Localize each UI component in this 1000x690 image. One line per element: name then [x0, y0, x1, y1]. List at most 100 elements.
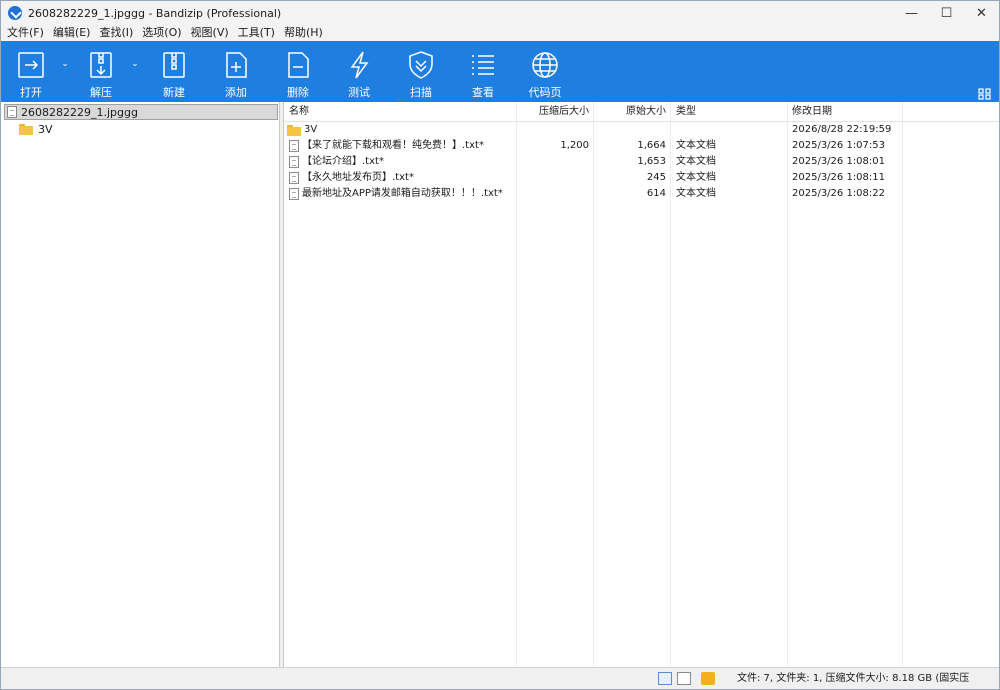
menu-options[interactable]: 选项(O): [136, 25, 181, 41]
extract-icon: [90, 52, 112, 78]
tree-item-archive-root[interactable]: 2608282229_1.jpggg: [4, 104, 278, 120]
folder-tree: 2608282229_1.jpggg 3V: [1, 102, 280, 667]
delete-label: 删除: [287, 86, 309, 99]
view-label: 查看: [472, 86, 494, 99]
codepage-button[interactable]: 代码页: [517, 41, 573, 102]
item-name: 最新地址及APP请发邮箱自动获取！！！.txt*: [302, 188, 503, 199]
modified-date: 2025/3/26 1:07:53: [792, 140, 886, 151]
text-file-icon: [289, 188, 299, 200]
new-archive-icon: [163, 52, 185, 78]
column-header-name[interactable]: 名称: [289, 102, 509, 122]
tree-item-3v[interactable]: 3V: [19, 121, 53, 137]
delete-button[interactable]: 删除: [270, 41, 326, 102]
minimize-button[interactable]: —: [894, 1, 929, 25]
item-name: 【论坛介绍】.txt*: [302, 156, 384, 167]
archive-file-icon: [7, 106, 17, 118]
add-label: 添加: [225, 86, 247, 99]
item-type: 文本文档: [676, 140, 716, 151]
packed-size: [517, 170, 589, 186]
view-list-icon: [472, 55, 494, 75]
layout-toggle-icon[interactable]: [978, 88, 992, 100]
menu-help[interactable]: 帮助(H): [278, 25, 323, 41]
original-size: [594, 122, 666, 138]
delete-icon: [288, 52, 309, 78]
column-header-original-size[interactable]: 原始大小: [594, 102, 666, 122]
file-list: ^ 名称 压缩后大小 原始大小 类型 修改日期 3V 2026/8/28 22:…: [285, 98, 999, 667]
name-cell: 【论坛介绍】.txt*: [289, 154, 514, 170]
test-label: 测试: [348, 86, 370, 99]
item-name: 【永久地址发布页】.txt*: [302, 172, 414, 183]
packed-size: [517, 122, 589, 138]
close-button[interactable]: ✕: [964, 1, 999, 25]
new-archive-button[interactable]: 新建: [146, 41, 202, 102]
view-button[interactable]: 查看: [455, 41, 511, 102]
original-size: 1,664: [637, 140, 666, 151]
name-cell: 最新地址及APP请发邮箱自动获取！！！.txt*: [289, 186, 514, 202]
modified-date: 2025/3/26 1:08:01: [792, 156, 886, 167]
panel-splitter[interactable]: [280, 102, 284, 667]
packed-size: [517, 154, 589, 170]
item-name: 【来了就能下载和观看！纯免费！】.txt*: [302, 140, 484, 151]
name-cell: 【来了就能下载和观看！纯免费！】.txt*: [289, 138, 514, 154]
toolbar: 打开 ⌄ 解压 ⌄ 新建 添加 删除 测试 扫描 查看 代码页: [1, 41, 999, 102]
app-window: 2608282229_1.jpggg - Bandizip (Professio…: [0, 0, 1000, 690]
detail-view-icon[interactable]: [658, 672, 672, 685]
packed-size: [517, 186, 589, 202]
extract-dropdown-chevron-icon[interactable]: ⌄: [129, 59, 141, 69]
extract-button[interactable]: 解压: [73, 41, 129, 102]
add-icon: [226, 52, 247, 78]
title-bar: 2608282229_1.jpggg - Bandizip (Professio…: [1, 1, 999, 25]
list-view-icon[interactable]: [677, 672, 691, 685]
menu-tools[interactable]: 工具(T): [232, 25, 275, 41]
open-label: 打开: [20, 86, 42, 99]
column-header-packed-size[interactable]: 压缩后大小: [517, 102, 589, 122]
menu-find[interactable]: 查找(I): [93, 25, 133, 41]
original-size: 1,653: [637, 156, 666, 167]
bandizip-app-icon: [8, 6, 22, 20]
open-button[interactable]: 打开: [3, 41, 59, 102]
tree-root-label: 2608282229_1.jpggg: [21, 105, 138, 119]
packed-size: 1,200: [560, 140, 589, 151]
item-type: 文本文档: [676, 156, 716, 167]
column-header-type[interactable]: 类型: [676, 102, 776, 122]
open-icon: [18, 52, 44, 78]
item-type: [676, 122, 776, 138]
maximize-button[interactable]: ☐: [929, 1, 964, 25]
status-text: 文件: 7, 文件夹: 1, 压缩文件大小: 8.18 GB (固实压缩,2.6…: [737, 673, 970, 684]
item-name: 3V: [304, 124, 318, 135]
list-item-folder[interactable]: 3V 2026/8/28 22:19:59: [285, 122, 999, 138]
list-header: ^ 名称 压缩后大小 原始大小 类型 修改日期: [285, 98, 999, 122]
list-item-file[interactable]: 【论坛介绍】.txt* 1,653 文本文档 2025/3/26 1:08:01: [285, 154, 999, 170]
menu-edit[interactable]: 编辑(E): [47, 25, 91, 41]
test-button[interactable]: 测试: [331, 41, 387, 102]
list-item-file[interactable]: 最新地址及APP请发邮箱自动获取！！！.txt* 614 文本文档 2025/3…: [285, 186, 999, 202]
modified-date: 2026/8/28 22:19:59: [792, 124, 892, 135]
text-file-icon: [289, 172, 299, 184]
text-file-icon: [289, 140, 299, 152]
codepage-label: 代码页: [528, 86, 562, 99]
list-item-file[interactable]: 【永久地址发布页】.txt* 245 文本文档 2025/3/26 1:08:1…: [285, 170, 999, 186]
folder-icon: [19, 123, 33, 135]
item-type: 文本文档: [676, 172, 716, 183]
list-item-file[interactable]: 【来了就能下载和观看！纯免费！】.txt* 1,200 1,664 文本文档 2…: [285, 138, 999, 154]
original-size: 245: [646, 172, 666, 183]
folder-icon: [287, 124, 301, 136]
archive-info-icon[interactable]: [701, 672, 715, 685]
test-icon: [350, 51, 369, 79]
codepage-globe-icon: [532, 52, 558, 78]
menu-file[interactable]: 文件(F): [1, 25, 44, 41]
item-type: 文本文档: [676, 188, 716, 199]
scan-button[interactable]: 扫描: [393, 41, 449, 102]
open-dropdown-chevron-icon[interactable]: ⌄: [59, 59, 71, 69]
modified-date: 2025/3/26 1:08:22: [792, 188, 886, 199]
extract-label: 解压: [90, 86, 112, 99]
name-cell: 3V: [287, 122, 512, 138]
new-archive-label: 新建: [163, 86, 185, 99]
modified-date: 2025/3/26 1:08:11: [792, 172, 886, 183]
scan-shield-icon: [409, 51, 433, 79]
add-button[interactable]: 添加: [208, 41, 264, 102]
window-title: 2608282229_1.jpggg - Bandizip (Professio…: [28, 6, 282, 20]
column-header-modified[interactable]: 修改日期: [792, 102, 897, 122]
tree-child-label: 3V: [38, 122, 53, 136]
menu-view[interactable]: 视图(V): [185, 25, 229, 41]
